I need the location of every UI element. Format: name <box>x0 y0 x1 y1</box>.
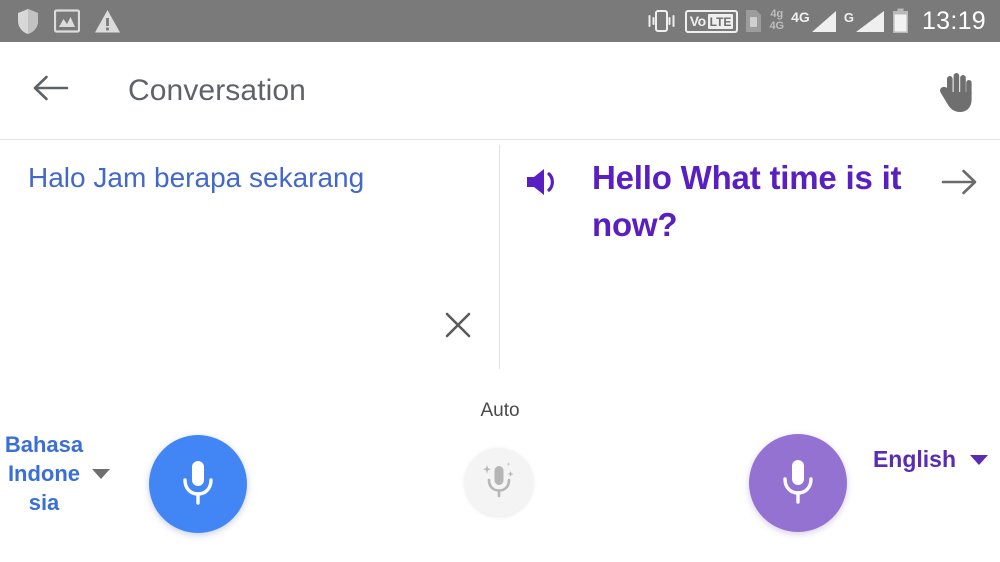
signal-4g-label: 4G <box>791 8 810 25</box>
auto-detect-mic-button[interactable] <box>465 448 533 516</box>
back-button[interactable] <box>28 68 74 114</box>
play-translation-button[interactable] <box>519 163 569 205</box>
volte-vo-text: Vo <box>689 13 706 29</box>
target-language-selector[interactable]: English <box>873 448 988 471</box>
volume-up-icon <box>524 165 564 204</box>
network-4g-icon: 4g 4G <box>769 9 784 32</box>
forward-button[interactable] <box>936 163 982 205</box>
mic-icon <box>177 456 219 513</box>
source-language-label: Bahasa Indone sia <box>4 432 84 516</box>
page-title: Conversation <box>128 73 306 107</box>
status-bar-left-icons <box>16 0 121 42</box>
target-pane: Hello What time is it now? <box>500 141 1000 386</box>
battery-icon <box>892 8 909 34</box>
volte-lte-text: LTE <box>707 13 734 29</box>
clear-button[interactable] <box>436 305 480 349</box>
target-mic-button[interactable] <box>749 434 847 532</box>
shield-icon <box>16 8 40 34</box>
close-icon <box>443 310 473 345</box>
vibrate-icon <box>645 8 678 34</box>
status-bar-right-icons: Vo LTE 4g 4G 4G G 13:19 <box>645 0 986 42</box>
warning-icon <box>94 8 121 34</box>
source-language-selector[interactable]: Bahasa Indone sia <box>2 430 110 517</box>
auto-detect-mic-icon <box>479 459 519 506</box>
signal-g-icon: G <box>844 10 885 33</box>
target-language-label: English <box>872 446 956 472</box>
signal-g-label: G <box>843 9 854 25</box>
chevron-down-icon <box>970 454 988 465</box>
chevron-down-icon <box>92 468 110 479</box>
photo-icon <box>54 8 80 34</box>
target-text[interactable]: Hello What time is it now? <box>592 155 922 249</box>
source-pane: Halo Jam berapa sekarang <box>0 141 499 386</box>
arrow-back-icon <box>32 73 70 108</box>
conversation-panes: Halo Jam berapa sekarang Hello What time… <box>0 141 1000 386</box>
arrow-forward-icon <box>940 167 978 202</box>
translate-conversation-screen: Vo LTE 4g 4G 4G G 13:19 Conversation Hal… <box>0 0 1000 562</box>
status-bar-clock: 13:19 <box>921 6 986 35</box>
source-text[interactable]: Halo Jam berapa sekarang <box>28 159 418 196</box>
mic-icon <box>777 455 819 512</box>
app-bar: Conversation <box>0 42 1000 140</box>
hand-cursor-icon <box>932 68 978 118</box>
volte-icon: Vo LTE <box>684 9 739 33</box>
status-bar: Vo LTE 4g 4G 4G G 13:19 <box>0 0 1000 42</box>
source-mic-button[interactable] <box>149 435 247 533</box>
network-4g-downlink: 4G <box>769 20 785 32</box>
sim-card-icon <box>745 8 762 34</box>
auto-detect-label: Auto <box>480 400 520 421</box>
signal-4g-icon: 4G <box>791 10 837 33</box>
